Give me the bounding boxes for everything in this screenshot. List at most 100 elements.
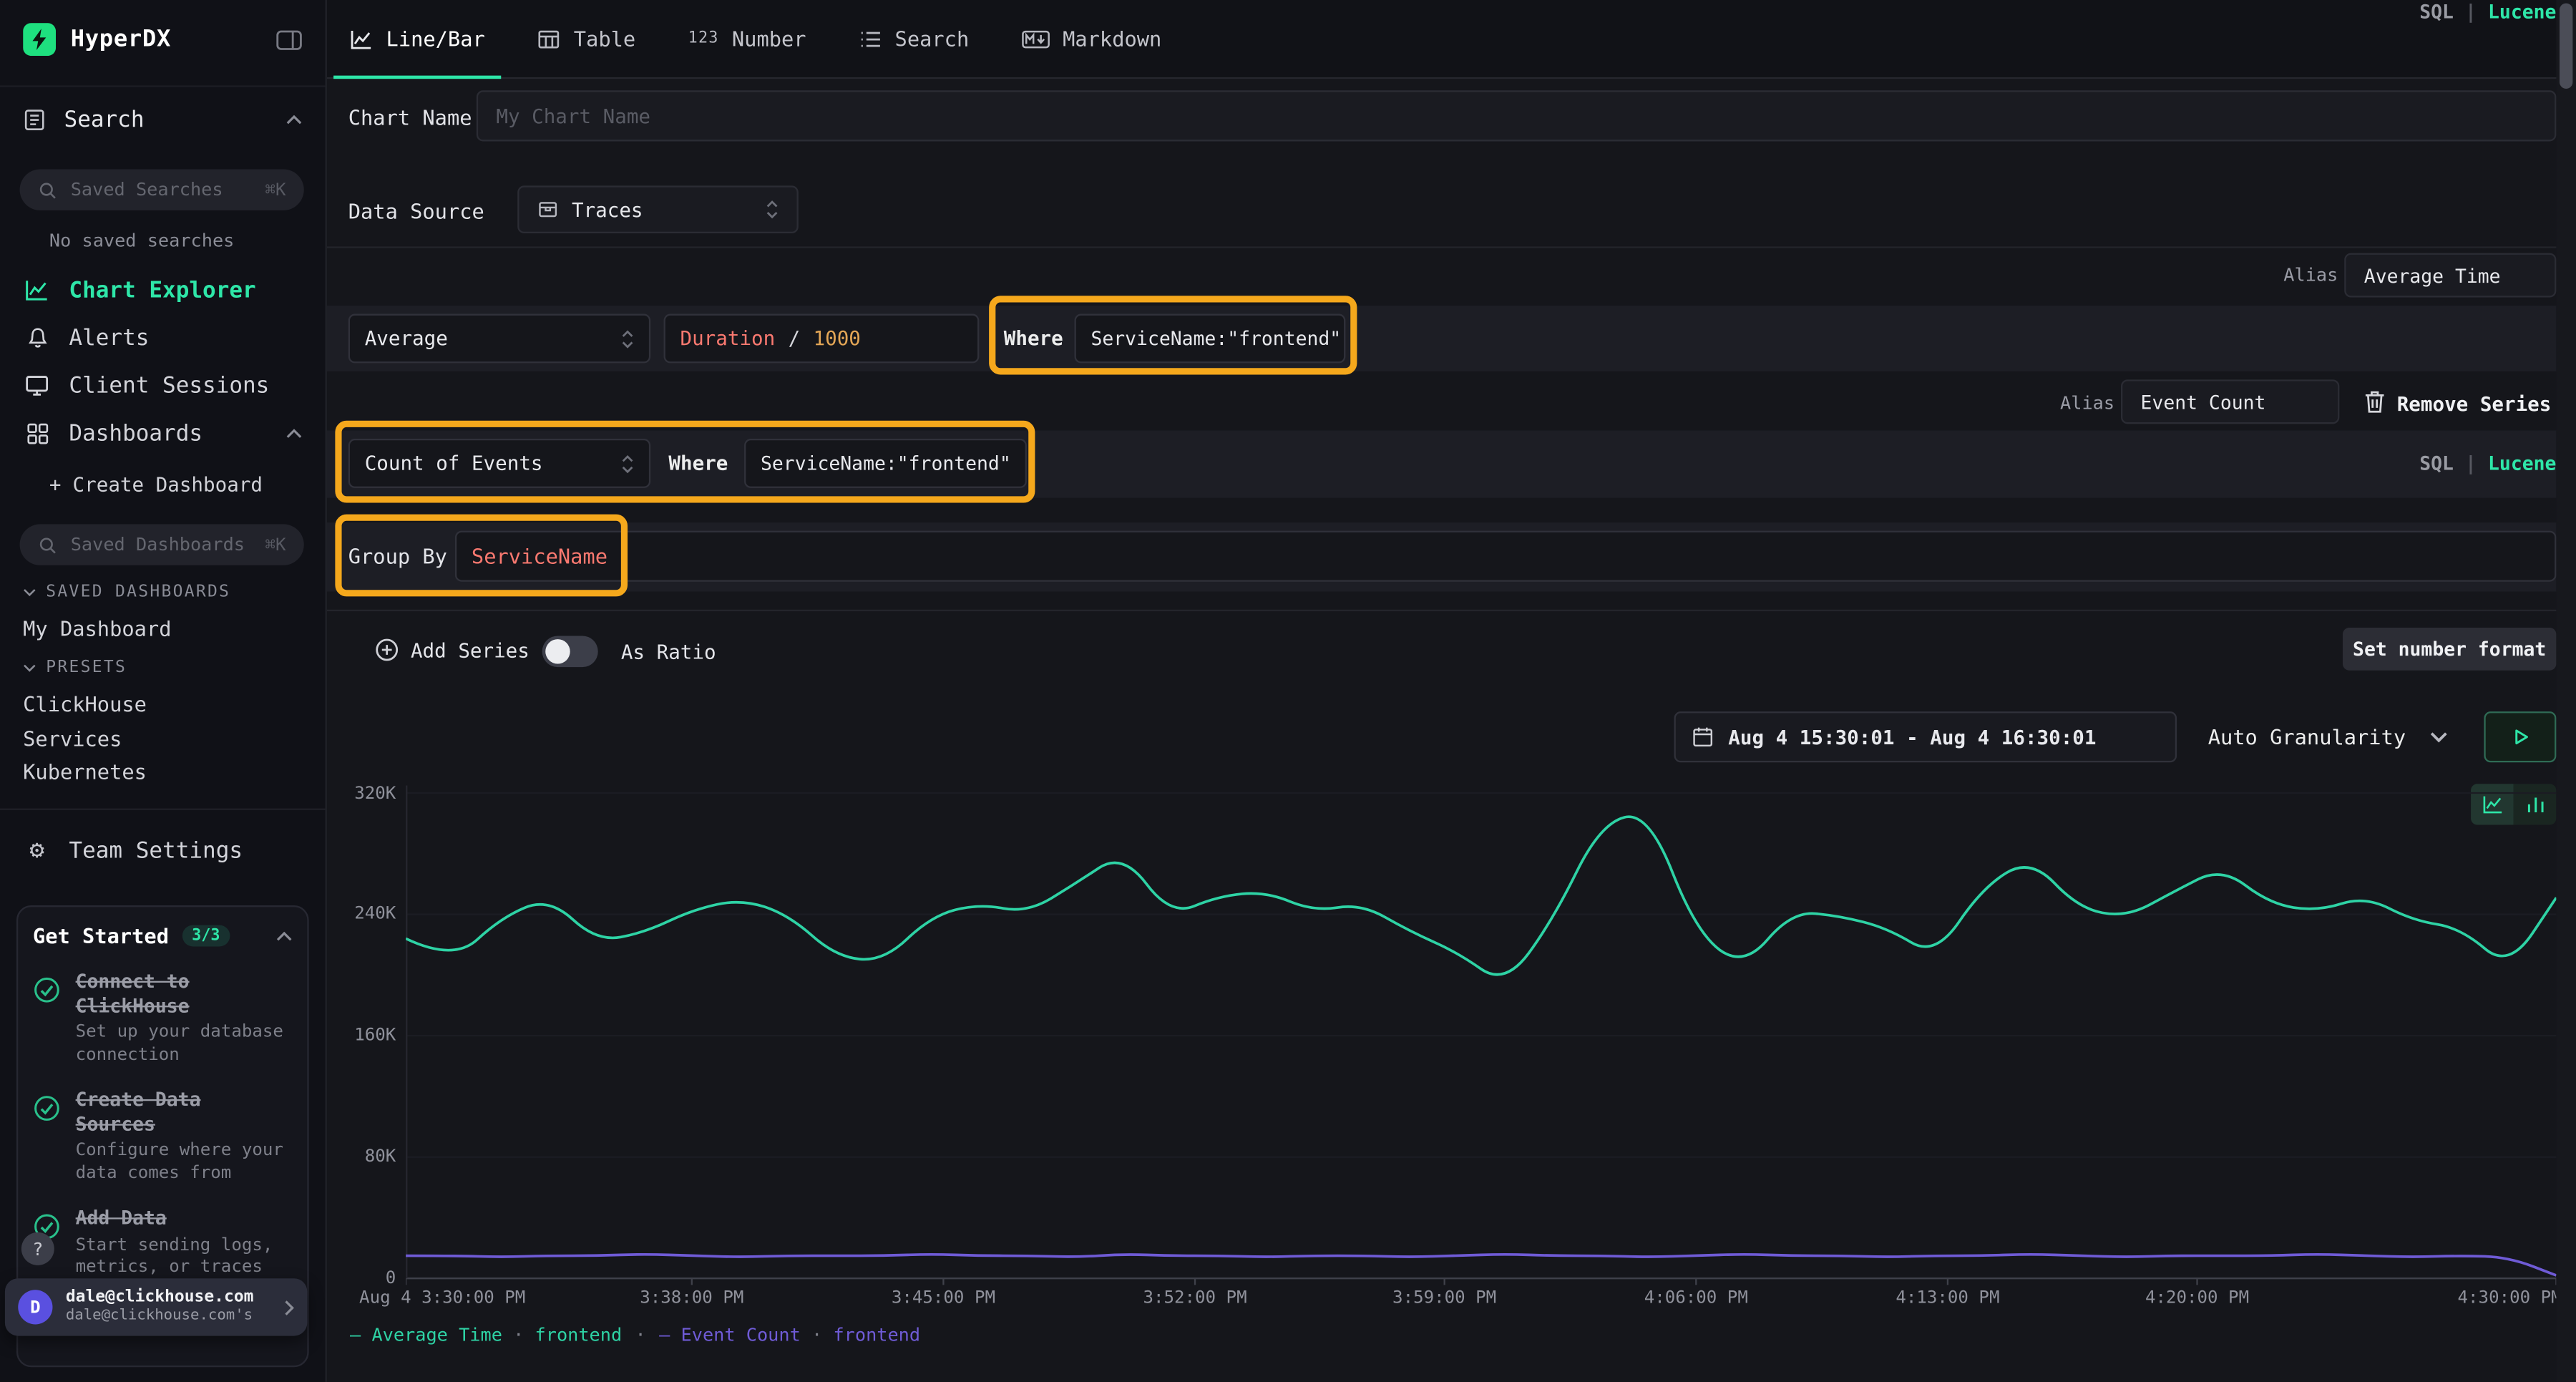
chart-explorer-panel: Line/Bar Table 123 Number Search: [327, 0, 2576, 1382]
alias-value: Event Count: [2141, 390, 2266, 413]
nav-label: Alerts: [69, 324, 149, 351]
toggle-knob: [545, 639, 570, 663]
saved-dashboards-placeholder: Saved Dashboards: [71, 534, 245, 555]
legend-text: ·: [811, 1324, 833, 1345]
lucene-toggle[interactable]: Lucene: [2488, 452, 2556, 475]
y-axis-tick-label: 240K: [354, 905, 396, 925]
presets-group-header[interactable]: PRESETS: [23, 659, 127, 677]
tab-number[interactable]: 123 Number: [672, 0, 823, 77]
divider: [0, 809, 326, 810]
sql-toggle[interactable]: SQL: [2419, 0, 2454, 23]
table-icon: [537, 27, 560, 50]
aggregation-value: Count of Events: [365, 452, 543, 475]
user-menu[interactable]: D dale@clickhouse.com dale@clickhouse.co…: [5, 1278, 307, 1335]
tab-line-bar[interactable]: Line/Bar: [333, 0, 502, 77]
select-chevrons-icon: [621, 328, 634, 349]
granularity-value: Auto Granularity: [2208, 724, 2406, 749]
sidebar-item-dashboards[interactable]: Dashboards: [0, 409, 326, 457]
tab-table[interactable]: Table: [521, 0, 652, 77]
lucene-toggle[interactable]: Lucene: [2488, 0, 2556, 23]
tab-markdown[interactable]: Markdown: [1005, 0, 1179, 77]
trash-icon[interactable]: [2364, 389, 2386, 414]
chevron-up-icon: [286, 115, 302, 125]
alias-input-series-2[interactable]: Event Count: [2121, 379, 2339, 424]
legend-separator: ·: [635, 1324, 646, 1345]
saved-dashboards-group-header[interactable]: SAVED DASHBOARDS: [23, 583, 230, 601]
group-header-label: PRESETS: [46, 659, 127, 677]
sidebar-collapse-icon[interactable]: [276, 29, 303, 50]
list-icon: [859, 27, 882, 50]
sidebar-item-team-settings[interactable]: ⚙ Team Settings: [0, 827, 326, 875]
checklist-item-title: Add Data: [76, 1206, 291, 1230]
hyperdx-logo-icon[interactable]: [23, 23, 56, 56]
remove-series-button[interactable]: Remove Series: [2397, 393, 2552, 416]
chart-name-input[interactable]: My Chart Name: [477, 90, 2557, 141]
group-by-input[interactable]: ServiceName: [455, 531, 2556, 582]
sidebar-item-services[interactable]: Services: [23, 726, 122, 751]
shortcut-badge: ⌘K: [265, 180, 286, 200]
checklist-item-title: Create Data Sources: [76, 1088, 291, 1136]
saved-searches-input[interactable]: Saved Searches ⌘K: [20, 169, 304, 210]
sidebar-item-alerts[interactable]: Alerts: [0, 314, 326, 362]
granularity-select[interactable]: Auto Granularity: [2198, 711, 2458, 762]
search-section-label: Search: [64, 107, 145, 133]
create-dashboard-label: Create Dashboard: [73, 473, 263, 496]
run-query-button[interactable]: [2484, 711, 2556, 762]
sidebar-item-kubernetes[interactable]: Kubernetes: [23, 759, 147, 784]
markdown-icon: [1022, 29, 1050, 49]
scrollbar-track[interactable]: [2556, 0, 2576, 1382]
line-chart[interactable]: [406, 785, 2556, 1288]
sidebar-item-clickhouse[interactable]: ClickHouse: [23, 692, 147, 716]
monitor-icon: [23, 373, 51, 397]
code-token: 1000: [814, 327, 861, 350]
app-window: HyperDX Search Saved Searches ⌘K No save…: [0, 0, 2576, 1382]
field-input-series-1[interactable]: Duration/1000: [664, 314, 980, 364]
as-ratio-toggle[interactable]: [542, 636, 598, 668]
divider: [327, 246, 2557, 248]
date-range-value: Aug 4 15:30:01 - Aug 4 16:30:01: [1728, 726, 2096, 749]
alias-input-series-1[interactable]: Average Time: [2344, 253, 2556, 298]
sidebar-item-chart-explorer[interactable]: Chart Explorer: [0, 266, 326, 314]
x-axis-tick-label: 4:13:00 PM: [1896, 1288, 1999, 1308]
sidebar-item-my-dashboard[interactable]: My Dashboard: [23, 616, 171, 641]
editor-tabbar: Line/Bar Table 123 Number Search: [327, 0, 2576, 79]
legend-item[interactable]: — Average Time · frontend: [350, 1324, 622, 1345]
where-input-series-1[interactable]: ServiceName:"frontend": [1075, 314, 1346, 364]
help-button[interactable]: ?: [21, 1232, 54, 1265]
add-series-label: Add Series: [411, 638, 530, 661]
group-header-label: SAVED DASHBOARDS: [46, 583, 230, 601]
bell-icon: [23, 326, 51, 350]
chevron-down-icon: [2430, 731, 2448, 743]
alias-label: Alias: [2283, 265, 2338, 286]
get-started-header[interactable]: Get Started 3/3: [33, 923, 293, 948]
sql-toggle[interactable]: SQL: [2419, 452, 2454, 475]
toggle-divider: |: [2465, 0, 2477, 23]
data-source-select[interactable]: Traces: [517, 185, 799, 233]
create-dashboard-button[interactable]: + Create Dashboard: [49, 473, 263, 496]
aggregation-select-series-2[interactable]: Count of Events: [348, 439, 650, 488]
tab-label: Line/Bar: [386, 26, 485, 51]
date-range-picker[interactable]: Aug 4 15:30:01 - Aug 4 16:30:01: [1674, 711, 2177, 762]
aggregation-select-series-1[interactable]: Average: [348, 314, 650, 364]
sidebar-item-client-sessions[interactable]: Client Sessions: [0, 361, 326, 409]
checklist-item[interactable]: Create Data Sources Configure where your…: [33, 1088, 293, 1184]
where-input-series-2[interactable]: ServiceName:"frontend": [744, 439, 1027, 488]
add-series-button[interactable]: Add Series: [374, 638, 529, 662]
search-section-header[interactable]: Search: [0, 102, 326, 138]
set-number-format-button[interactable]: Set number format: [2343, 628, 2556, 671]
x-axis: Aug 4 3:30:00 PM3:38:00 PM3:45:00 PM3:52…: [406, 1288, 2556, 1311]
query-language-toggle: SQL | Lucene: [2419, 0, 2556, 23]
archive-box-icon: [537, 199, 559, 220]
saved-dashboards-input[interactable]: Saved Dashboards ⌘K: [20, 524, 304, 565]
checklist-item[interactable]: Add Data Start sending logs, metrics, or…: [33, 1206, 293, 1279]
scrollbar-thumb[interactable]: [2560, 4, 2572, 89]
legend-item[interactable]: — Event Count · frontend: [659, 1324, 920, 1345]
x-axis-tick-label: 4:06:00 PM: [1644, 1288, 1748, 1308]
y-axis-tick-label: 80K: [365, 1147, 396, 1167]
checklist-item[interactable]: Connect to ClickHouse Set up your databa…: [33, 970, 293, 1066]
plus-icon: +: [49, 473, 62, 496]
alias-value: Average Time: [2364, 263, 2501, 286]
tab-search[interactable]: Search: [842, 0, 985, 77]
brand-header: HyperDX: [0, 20, 326, 59]
line-chart-icon: [23, 278, 51, 302]
